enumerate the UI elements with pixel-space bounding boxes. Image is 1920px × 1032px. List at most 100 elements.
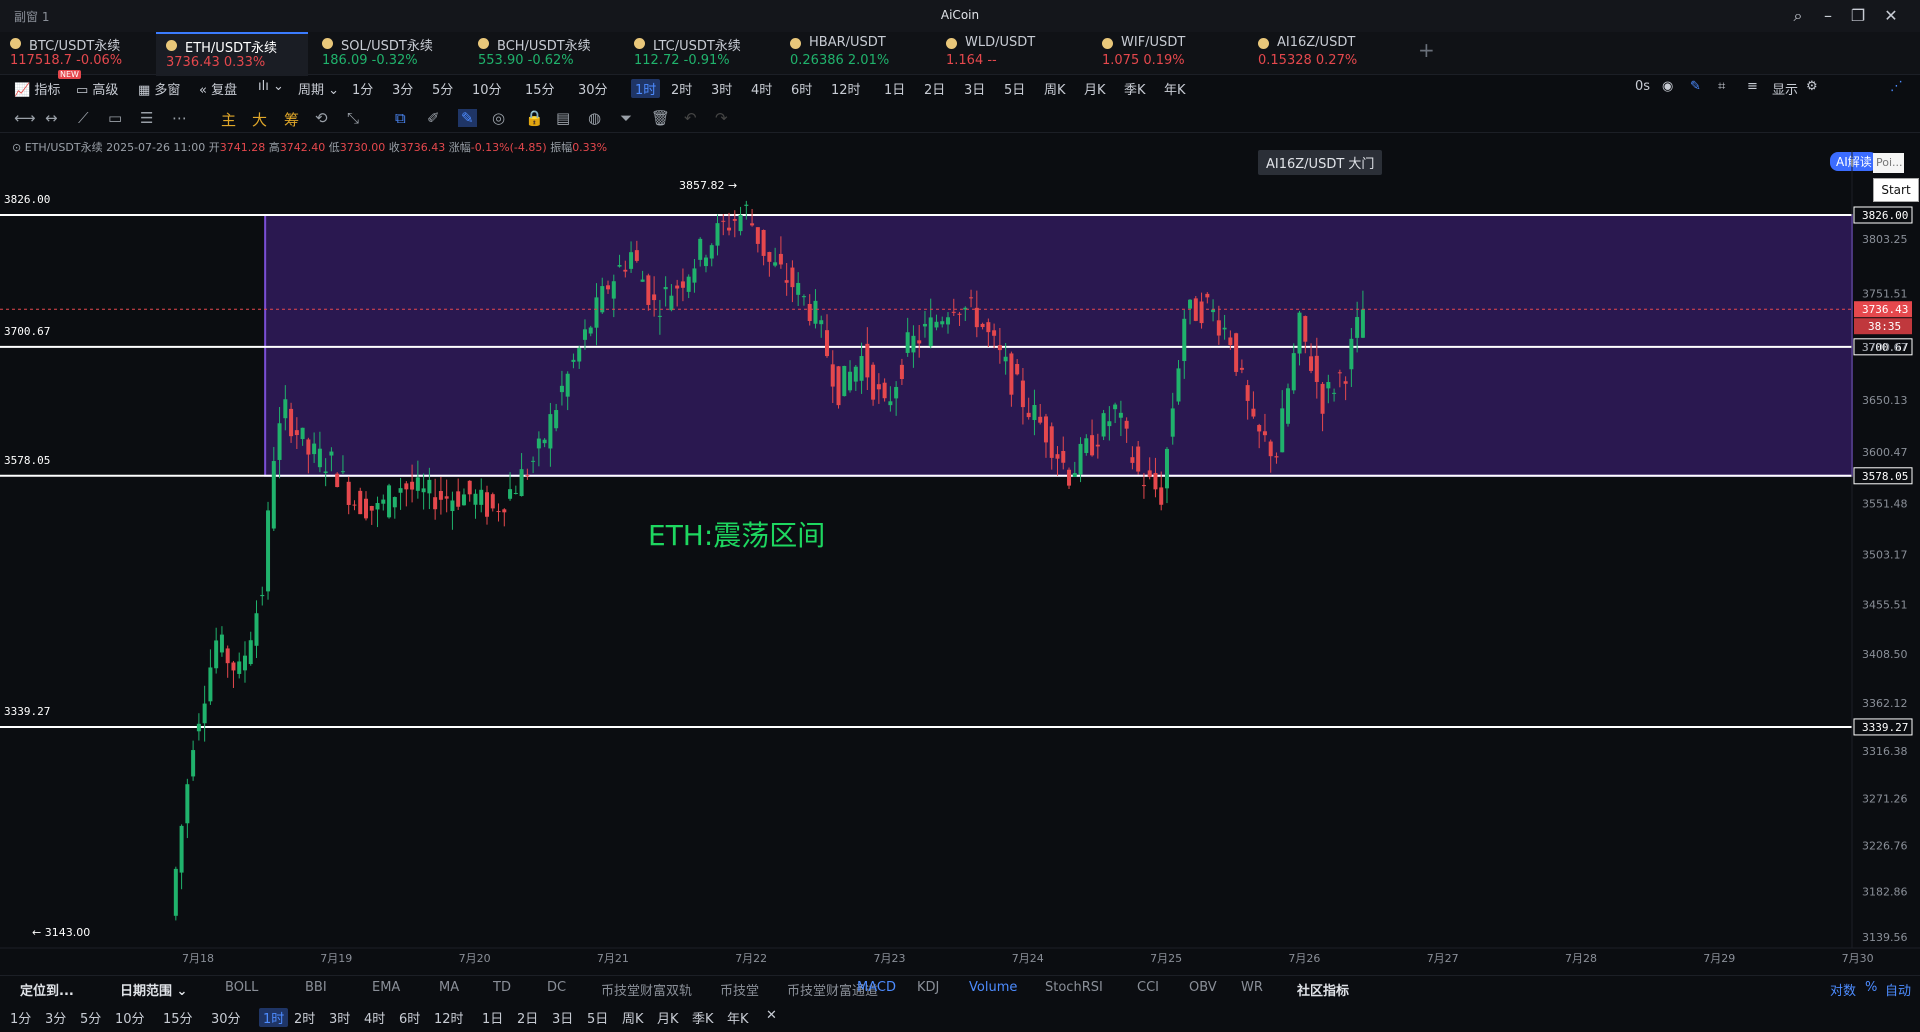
candle-body: [905, 332, 910, 353]
scale-option-0[interactable]: 对数: [1830, 980, 1856, 999]
candle-body: [1251, 408, 1256, 417]
poi-widget[interactable]: Poi...: [1873, 153, 1904, 173]
candle-body: [588, 327, 593, 334]
main-indicator-4[interactable]: TD: [493, 980, 511, 995]
bottom-interval-13[interactable]: 2日: [517, 1008, 538, 1027]
candle-body: [721, 220, 726, 222]
date-range-button[interactable]: 日期范围 ⌄: [120, 980, 187, 999]
candle-body: [1268, 441, 1273, 457]
level-left-label-2: 3578.05: [4, 454, 50, 467]
bottom-interval-17[interactable]: 月K: [657, 1008, 679, 1027]
bottom-interval-10[interactable]: 6时: [399, 1008, 420, 1027]
candle-body: [1107, 421, 1112, 427]
sub-indicator-2[interactable]: Volume: [969, 980, 1017, 995]
close-interval-bar-icon[interactable]: ✕: [766, 1008, 777, 1023]
candle-body: [225, 648, 230, 664]
candle-body: [1216, 320, 1221, 336]
candle-body: [842, 365, 847, 397]
candle-body: [202, 703, 207, 724]
candle-body: [974, 307, 979, 328]
candle-body: [715, 223, 720, 246]
main-indicator-2[interactable]: EMA: [372, 980, 400, 995]
candle-body: [1020, 380, 1025, 408]
candle-body: [1176, 368, 1181, 402]
price-chart[interactable]: 3826.00 3826.00 3700.67 3700.67 3578.05 3578.…: [0, 0, 1920, 1032]
y-tick: 3600.47: [1862, 446, 1908, 459]
last-price-label: 3736.43: [1862, 303, 1908, 316]
candle-body: [646, 275, 651, 305]
candle-body: [657, 315, 662, 317]
bottom-interval-14[interactable]: 3日: [552, 1008, 573, 1027]
locate-button[interactable]: 定位到...: [20, 980, 74, 999]
candle-body: [519, 469, 524, 497]
start-button[interactable]: Start: [1873, 178, 1919, 202]
candle-body: [571, 359, 576, 362]
candle-body: [617, 265, 622, 267]
community-indicator-button[interactable]: 社区指标: [1297, 980, 1349, 999]
level-left-label-0: 3826.00: [4, 193, 50, 206]
sub-indicator-6[interactable]: WR: [1241, 980, 1263, 995]
candle-body: [853, 366, 858, 382]
candle-body: [271, 461, 276, 529]
candle-body: [266, 510, 271, 592]
candle-body: [531, 460, 536, 462]
candle-body: [894, 386, 899, 399]
level-left-label-3: 3339.27: [4, 705, 50, 718]
bottom-interval-11[interactable]: 12时: [434, 1008, 464, 1027]
bottom-interval-1[interactable]: 3分: [45, 1008, 66, 1027]
candle-body: [329, 451, 334, 456]
bottom-interval-5[interactable]: 30分: [211, 1008, 241, 1027]
candle-body: [513, 492, 518, 494]
candle-body: [1130, 457, 1135, 463]
bottom-interval-9[interactable]: 4时: [364, 1008, 385, 1027]
main-indicator-3[interactable]: MA: [439, 980, 459, 995]
candle-body: [312, 443, 317, 455]
main-indicator-1[interactable]: BBI: [305, 980, 327, 995]
sub-indicator-4[interactable]: CCI: [1137, 980, 1159, 995]
bottom-interval-12[interactable]: 1日: [482, 1008, 503, 1027]
candle-body: [577, 348, 582, 362]
bottom-interval-16[interactable]: 周K: [622, 1008, 644, 1027]
candle-body: [456, 491, 461, 507]
bottom-interval-7[interactable]: 2时: [294, 1008, 315, 1027]
countdown-label-axis: 38:35: [1868, 320, 1901, 333]
sub-indicator-0[interactable]: MACD: [857, 980, 896, 995]
bottom-interval-19[interactable]: 年K: [727, 1008, 749, 1027]
candle-body: [778, 253, 783, 265]
main-indicator-5[interactable]: DC: [547, 980, 566, 995]
candle-body: [888, 401, 893, 406]
bottom-interval-8[interactable]: 3时: [329, 1008, 350, 1027]
scale-option-2[interactable]: 自动: [1885, 980, 1911, 999]
candle-body: [283, 399, 288, 419]
main-indicator-6[interactable]: 币技堂财富双轨: [601, 980, 692, 999]
sub-indicator-5[interactable]: OBV: [1189, 980, 1217, 995]
candle-body: [300, 427, 305, 440]
bottom-interval-3[interactable]: 10分: [115, 1008, 145, 1027]
candle-body: [554, 410, 559, 429]
sub-indicator-3[interactable]: StochRSI: [1045, 980, 1103, 995]
scale-option-1[interactable]: %: [1865, 980, 1877, 995]
candle-body: [444, 496, 449, 499]
candle-body: [1349, 338, 1354, 370]
bottom-interval-2[interactable]: 5分: [80, 1008, 101, 1027]
bottom-interval-0[interactable]: 1分: [10, 1008, 31, 1027]
main-indicator-7[interactable]: 币技堂: [720, 980, 759, 999]
candle-body: [611, 281, 616, 299]
candle-body: [542, 439, 547, 444]
bottom-interval-15[interactable]: 5日: [587, 1008, 608, 1027]
range-box: [264, 214, 1853, 477]
sub-indicator-1[interactable]: KDJ: [917, 980, 939, 995]
candle-body: [1343, 381, 1348, 384]
bottom-interval-4[interactable]: 15分: [163, 1008, 193, 1027]
bottom-interval-6[interactable]: 1时: [259, 1008, 289, 1027]
bottom-interval-18[interactable]: 季K: [692, 1008, 714, 1027]
candle-body: [1072, 473, 1077, 477]
main-indicator-0[interactable]: BOLL: [225, 980, 258, 995]
candle-body: [640, 279, 645, 282]
candle-body: [957, 313, 962, 315]
candle-body: [767, 252, 772, 262]
candle-body: [922, 323, 927, 327]
candle-body: [433, 497, 438, 510]
candle-body: [479, 489, 484, 505]
candle-body: [882, 382, 887, 399]
